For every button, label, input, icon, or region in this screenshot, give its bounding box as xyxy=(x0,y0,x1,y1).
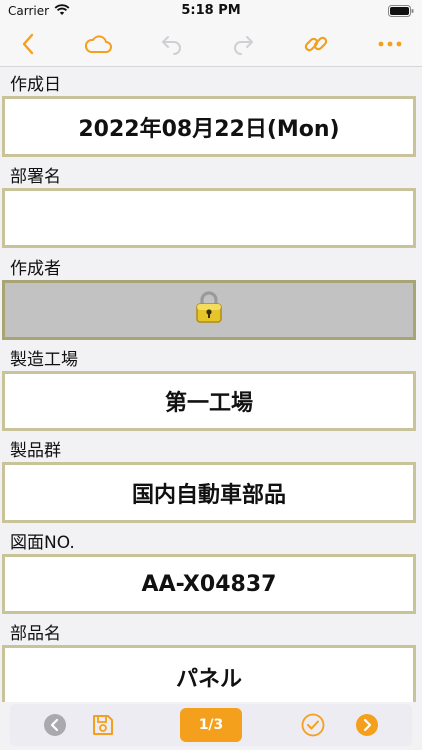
link-icon[interactable] xyxy=(302,30,330,58)
redo-icon[interactable] xyxy=(229,30,257,58)
checkmark-circle-icon xyxy=(301,713,325,737)
status-bar: Carrier 5:18 PM xyxy=(0,0,422,22)
field-part-name[interactable]: パネル xyxy=(2,645,416,702)
prev-page-button[interactable] xyxy=(42,712,68,738)
field-created-date[interactable]: 2022年08月22日(Mon) xyxy=(2,96,416,157)
confirm-button[interactable] xyxy=(300,712,326,738)
field-product-group[interactable]: 国内自動車部品 xyxy=(2,462,416,523)
field-label-part-name: 部品名 xyxy=(10,624,61,644)
field-label-created-date: 作成日 xyxy=(10,75,61,95)
navigation-bar xyxy=(0,22,422,67)
undo-icon[interactable] xyxy=(158,30,186,58)
field-label-drawing-no: 図面NO. xyxy=(10,533,75,553)
more-icon[interactable] xyxy=(376,30,404,58)
field-label-factory: 製造工場 xyxy=(10,350,78,370)
floppy-disk-icon xyxy=(93,715,113,735)
field-department[interactable] xyxy=(2,188,416,248)
chevron-left-icon[interactable] xyxy=(14,30,42,58)
field-label-creator: 作成者 xyxy=(10,259,61,279)
battery-icon xyxy=(388,5,414,20)
field-label-product-group: 製品群 xyxy=(10,441,61,461)
field-creator[interactable] xyxy=(2,280,416,340)
next-page-button[interactable] xyxy=(354,712,380,738)
chevron-right-circle-icon xyxy=(356,714,378,736)
chevron-left-circle-icon xyxy=(44,714,66,736)
field-label-department: 部署名 xyxy=(10,167,61,187)
field-drawing-no[interactable]: AA-X04837 xyxy=(2,554,416,614)
page-indicator[interactable]: 1/3 xyxy=(180,708,242,742)
field-factory[interactable]: 第一工場 xyxy=(2,371,416,431)
clock: 5:18 PM xyxy=(181,3,241,18)
bottom-toolbar: 1/3 xyxy=(10,704,412,746)
form-scroll-area[interactable]: 作成日 2022年08月22日(Mon) 部署名 作成者 製造工場 第一工場 製… xyxy=(0,67,422,702)
lock-icon xyxy=(194,290,224,330)
save-button[interactable] xyxy=(90,712,116,738)
cloud-icon[interactable] xyxy=(83,30,113,58)
